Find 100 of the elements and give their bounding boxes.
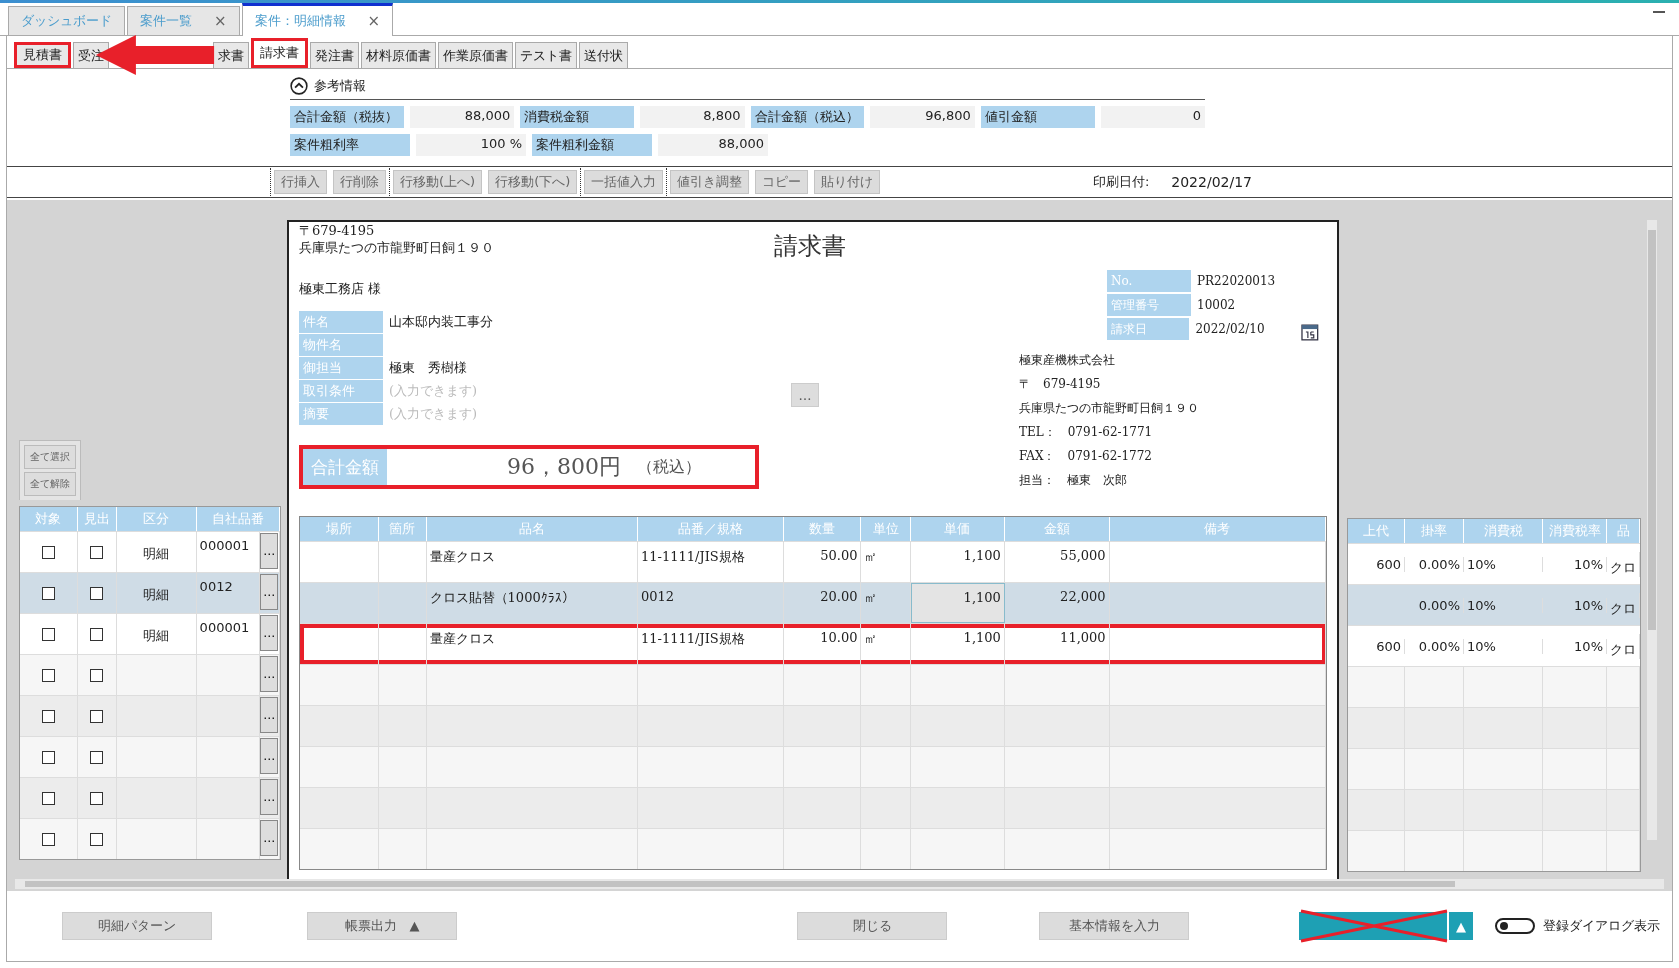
- checkbox[interactable]: [41, 832, 55, 846]
- table-cell: 000001: [199, 620, 250, 635]
- field-label: 御担当: [299, 357, 383, 379]
- basic-info-button[interactable]: 基本情報を入力: [1039, 912, 1189, 940]
- more-button[interactable]: …: [260, 779, 279, 815]
- column-header: 数量: [784, 517, 862, 541]
- field-value: 100 %: [416, 134, 526, 156]
- pattern-button[interactable]: 明細パターン: [62, 912, 212, 940]
- horizontal-scrollbar[interactable]: [15, 879, 1664, 889]
- document-tab[interactable]: 発注書: [310, 42, 359, 68]
- deselect-all-button[interactable]: 全て解除: [24, 472, 76, 496]
- table-cell: クロ: [1610, 558, 1636, 577]
- calendar-icon[interactable]: [1301, 323, 1319, 341]
- dropdown-button[interactable]: ▲: [1449, 912, 1473, 940]
- document-tab[interactable]: 送付状: [579, 42, 628, 68]
- table-cell: 0.00%: [1418, 638, 1460, 654]
- table-cell: ㎡: [864, 590, 878, 605]
- select-all-button[interactable]: 全て選択: [24, 445, 76, 469]
- company-info: 担当： 極東 次郎: [1019, 472, 1128, 489]
- checkbox[interactable]: [41, 627, 55, 641]
- close-icon[interactable]: ×: [214, 12, 227, 30]
- field-label: 値引金額: [980, 106, 1095, 128]
- table-cell: 600: [1376, 556, 1401, 572]
- tax-note: （税込）: [637, 456, 701, 478]
- table-cell: 0.00%: [1418, 556, 1460, 572]
- total-amount: 96，800円: [507, 453, 621, 481]
- more-button[interactable]: …: [260, 820, 279, 856]
- more-button[interactable]: …: [791, 383, 819, 407]
- table-cell: 明細: [143, 627, 170, 645]
- field-value: 0: [1100, 106, 1205, 128]
- checkbox[interactable]: [41, 668, 55, 682]
- window-tab[interactable]: 案件一覧 ×: [127, 6, 240, 35]
- field-value: 極東 秀樹様: [388, 359, 467, 377]
- more-button[interactable]: …: [260, 574, 279, 610]
- toolbar-button[interactable]: 行移動(上へ): [393, 170, 483, 194]
- field-value: PR22020013: [1196, 274, 1277, 288]
- output-button[interactable]: 帳票出力 ▲: [307, 912, 457, 940]
- field-label: 取引条件: [299, 380, 383, 402]
- checkbox[interactable]: [41, 586, 55, 600]
- checkbox[interactable]: [90, 709, 104, 723]
- table-cell: 0012: [641, 589, 675, 604]
- toolbar-button[interactable]: 行移動(下へ): [488, 170, 578, 194]
- close-button[interactable]: 閉じる: [797, 912, 947, 940]
- field-label: 管理番号: [1107, 294, 1191, 316]
- field-label: 案件粗利金額: [532, 134, 652, 156]
- checkbox[interactable]: [41, 709, 55, 723]
- checkbox[interactable]: [41, 545, 55, 559]
- document-tab[interactable]: テスト書: [515, 42, 577, 68]
- checkbox[interactable]: [90, 668, 104, 682]
- field-label: No.: [1107, 270, 1191, 292]
- field-label: 件名: [299, 311, 383, 333]
- checkbox[interactable]: [41, 791, 55, 805]
- toolbar-button[interactable]: 一括値入力: [584, 170, 664, 194]
- more-button[interactable]: …: [260, 615, 279, 651]
- checkbox[interactable]: [41, 750, 55, 764]
- table-cell: 600: [1376, 638, 1401, 654]
- column-header: 上代: [1348, 519, 1405, 543]
- more-button[interactable]: …: [260, 697, 279, 733]
- collapse-icon[interactable]: [290, 77, 308, 95]
- table-cell: クロ: [1610, 640, 1636, 659]
- field-label: 案件粗利率: [290, 134, 410, 156]
- table-cell: 20.00: [820, 589, 858, 604]
- toolbar-button[interactable]: 行削除: [333, 170, 386, 194]
- checkbox[interactable]: [90, 545, 104, 559]
- toolbar-button[interactable]: コピー: [755, 170, 809, 194]
- document-tab[interactable]: 材料原価書: [361, 42, 436, 68]
- company-info: FAX： 0791-62-1772: [1019, 448, 1153, 465]
- more-button[interactable]: …: [260, 738, 279, 774]
- more-button[interactable]: …: [260, 533, 279, 569]
- postal-code: 〒679-4195: [299, 222, 376, 239]
- close-icon[interactable]: ×: [367, 12, 381, 30]
- table-cell: 10%: [1574, 556, 1603, 572]
- checkbox[interactable]: [90, 627, 104, 641]
- more-button[interactable]: …: [260, 656, 279, 692]
- document-tab[interactable]: 見積書: [14, 42, 71, 68]
- toolbar-button[interactable]: 値引き調整: [670, 170, 750, 194]
- toolbar-button[interactable]: 行挿入: [274, 170, 327, 194]
- column-header: 消費税率: [1543, 519, 1607, 543]
- document-tab[interactable]: 求書: [213, 42, 249, 68]
- column-header: 掛率: [1405, 519, 1464, 543]
- column-header: 品: [1607, 519, 1640, 543]
- table-cell: 22,000: [1060, 589, 1106, 604]
- checkbox[interactable]: [90, 832, 104, 846]
- vertical-scrollbar[interactable]: [1647, 220, 1657, 840]
- print-date-label: 印刷日付:: [1092, 173, 1150, 191]
- toolbar-button[interactable]: 貼り付け: [814, 170, 881, 194]
- column-header: 単価: [910, 517, 1005, 541]
- checkbox[interactable]: [90, 791, 104, 805]
- table-cell: クロ: [1610, 599, 1636, 618]
- document-tab[interactable]: 作業原価書: [438, 42, 513, 68]
- field-value: 88,000: [409, 106, 515, 128]
- table-cell: 10.00: [820, 630, 858, 645]
- checkbox[interactable]: [90, 750, 104, 764]
- table-cell: 55,000: [1060, 548, 1106, 563]
- checkbox[interactable]: [90, 586, 104, 600]
- toggle-switch[interactable]: [1495, 918, 1535, 934]
- field-label: 合計金額（税抜）: [290, 106, 404, 128]
- company-info: 兵庫県たつの市龍野町日飼１９０: [1019, 400, 1199, 417]
- window-tab[interactable]: 案件：明細情報 ×: [241, 3, 394, 36]
- document-tab[interactable]: 請求書: [251, 38, 308, 68]
